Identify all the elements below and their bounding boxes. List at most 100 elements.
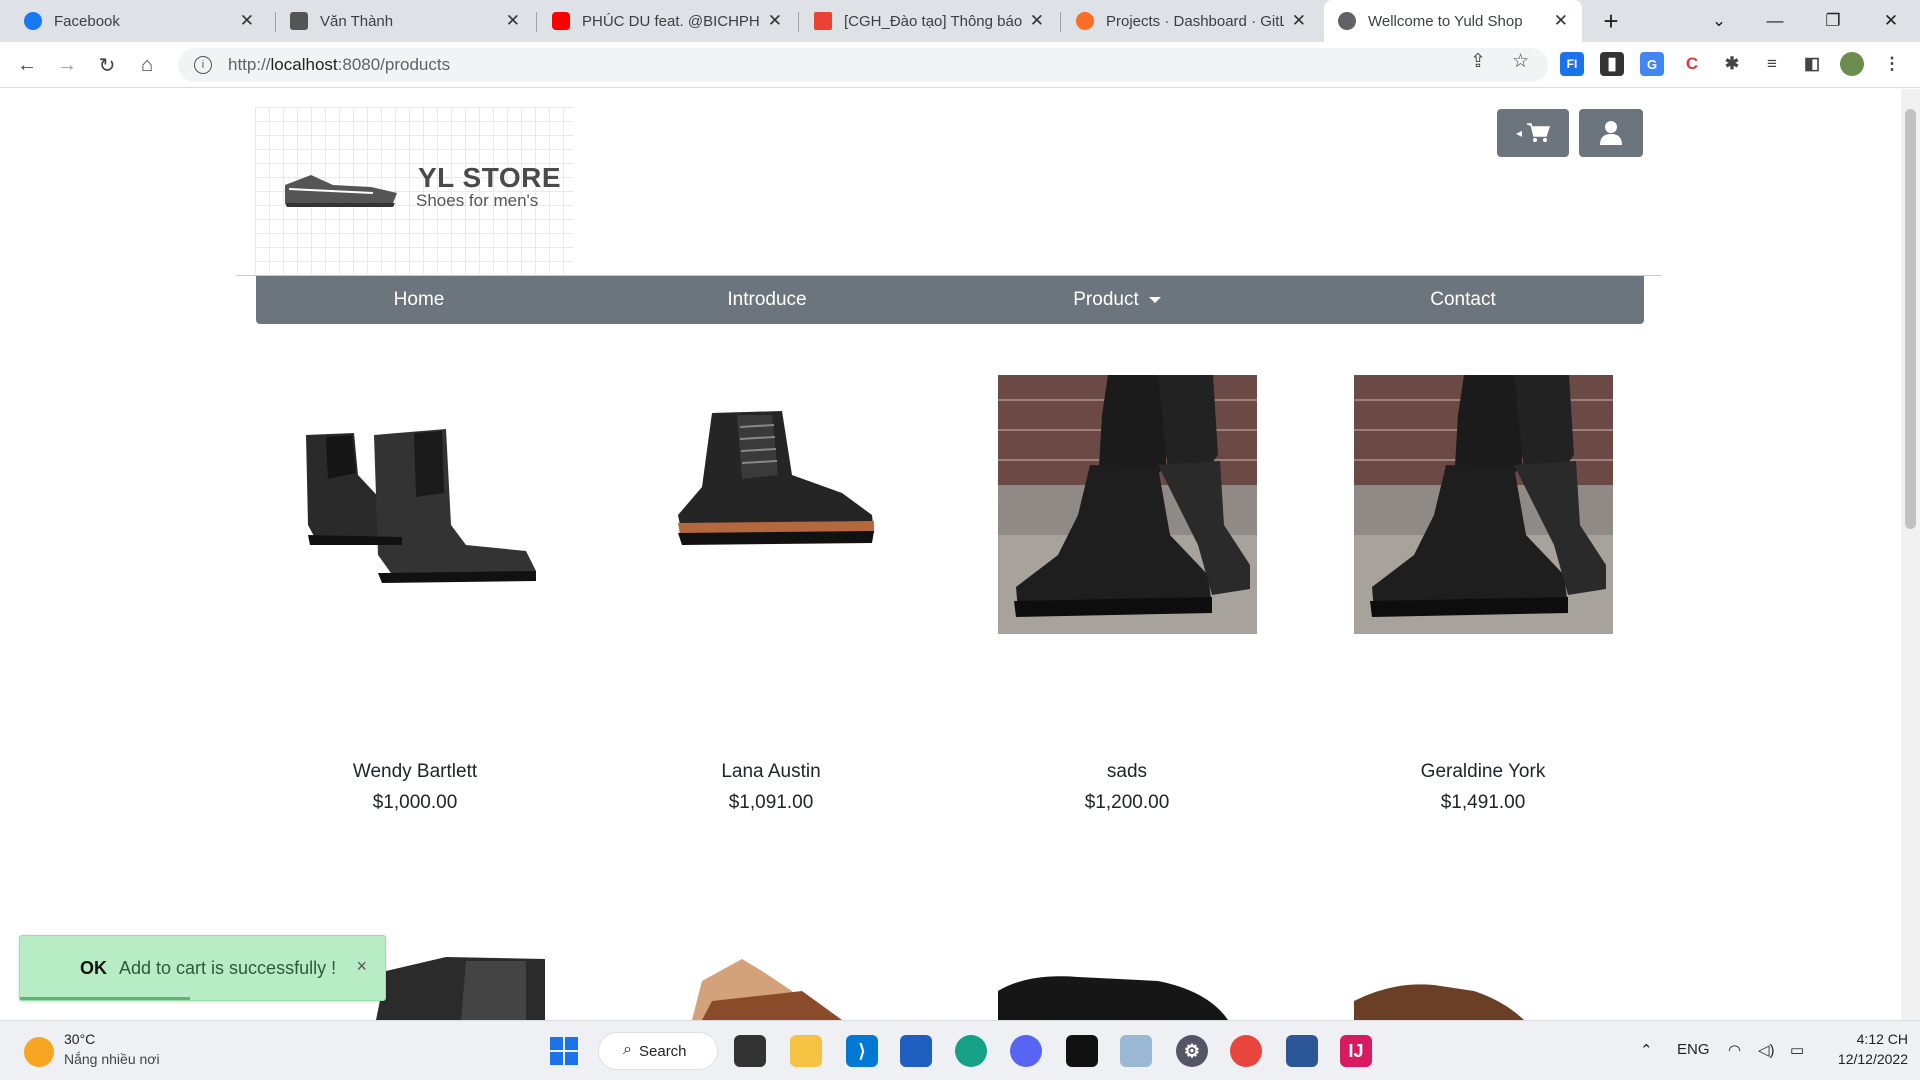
globe-icon bbox=[1338, 12, 1356, 30]
facebook-icon bbox=[24, 12, 42, 30]
file-explorer-icon[interactable] bbox=[790, 1035, 822, 1067]
store-logo[interactable]: YL STORE Shoes for men's bbox=[255, 107, 573, 274]
product-name[interactable]: sads bbox=[977, 761, 1277, 783]
tab-separator bbox=[1060, 12, 1061, 32]
nav-home[interactable]: Home bbox=[256, 276, 582, 324]
media-queue-icon[interactable]: ≡ bbox=[1760, 52, 1784, 76]
combat-boot-photo bbox=[1354, 375, 1613, 634]
close-icon[interactable]: ✕ bbox=[1030, 11, 1044, 31]
wifi-icon[interactable]: ◠ bbox=[1728, 1041, 1741, 1059]
back-button[interactable]: ← bbox=[12, 50, 42, 80]
intellij-icon[interactable]: IJ bbox=[1340, 1035, 1372, 1067]
new-tab-button[interactable]: + bbox=[1588, 0, 1634, 42]
battery-icon[interactable]: ▭ bbox=[1790, 1041, 1804, 1059]
close-icon[interactable]: ✕ bbox=[768, 11, 782, 31]
extension-fi-icon[interactable]: FI bbox=[1560, 52, 1584, 76]
product-price: $1,200.00 bbox=[1084, 792, 1170, 813]
weather-temp[interactable]: 30°C bbox=[64, 1031, 95, 1047]
volume-icon[interactable]: ◁) bbox=[1758, 1041, 1775, 1059]
info-icon[interactable]: i bbox=[194, 56, 212, 74]
language-indicator[interactable]: ENG bbox=[1677, 1041, 1710, 1058]
clock-time[interactable]: 4:12 CH bbox=[1828, 1031, 1908, 1047]
product-image[interactable] bbox=[1354, 375, 1613, 634]
url-protocol: http:// bbox=[228, 55, 271, 74]
product-name[interactable]: Lana Austin bbox=[621, 761, 921, 783]
tab-search-button[interactable]: ⌄ bbox=[1696, 0, 1742, 42]
chrome-icon[interactable] bbox=[1230, 1035, 1262, 1067]
weather-sun-icon[interactable] bbox=[24, 1037, 54, 1067]
minimize-button[interactable]: — bbox=[1752, 0, 1798, 42]
remote-app-icon[interactable] bbox=[1286, 1035, 1318, 1067]
clock-date[interactable]: 12/12/2022 bbox=[1810, 1051, 1908, 1067]
gitlab-icon bbox=[1076, 12, 1094, 30]
cart-button[interactable]: ◂ bbox=[1497, 109, 1569, 157]
bookmark-star-icon[interactable]: ☆ bbox=[1512, 50, 1529, 73]
gmail-icon bbox=[814, 12, 832, 30]
game-app-icon[interactable] bbox=[1066, 1035, 1098, 1067]
tab-label: Văn Thành bbox=[320, 12, 394, 30]
windows-taskbar: 30°C Nắng nhiều nơi ⌕ Search ⟩ ⚙ IJ ⌃ EN… bbox=[0, 1020, 1920, 1080]
search-icon: ⌕ bbox=[623, 1041, 632, 1058]
edge-icon[interactable] bbox=[955, 1035, 987, 1067]
profile-avatar[interactable] bbox=[1840, 52, 1864, 76]
tab-youtube[interactable]: PHÚC DU feat. @BICHPHUO ✕ bbox=[538, 0, 796, 42]
tab-gitlab[interactable]: Projects · Dashboard · GitLa ✕ bbox=[1062, 0, 1320, 42]
nav-introduce[interactable]: Introduce bbox=[582, 276, 952, 324]
nav-product-dropdown[interactable]: Product bbox=[952, 276, 1282, 324]
extension-c-icon[interactable]: C bbox=[1680, 52, 1704, 76]
logo-title: YL STORE bbox=[418, 162, 562, 193]
product-name[interactable]: Geraldine York bbox=[1333, 761, 1633, 783]
vscode-icon[interactable]: ⟩ bbox=[846, 1035, 878, 1067]
settings-gear-icon[interactable]: ⚙ bbox=[1176, 1035, 1208, 1067]
tab-yuld-shop[interactable]: Wellcome to Yuld Shop ✕ bbox=[1324, 0, 1582, 42]
close-icon[interactable]: ✕ bbox=[1292, 11, 1306, 31]
user-account-button[interactable] bbox=[1579, 109, 1643, 157]
tab-label: [CGH_Đào tạo] Thông báo y bbox=[844, 12, 1022, 30]
menu-kebab-icon[interactable]: ⋮ bbox=[1880, 52, 1904, 76]
reload-button[interactable]: ↻ bbox=[92, 50, 122, 80]
product-image[interactable] bbox=[642, 951, 901, 1020]
product-image[interactable] bbox=[286, 375, 545, 634]
tab-separator bbox=[798, 12, 799, 32]
cart-icon bbox=[1527, 123, 1551, 142]
resource-monitor-icon[interactable] bbox=[1120, 1035, 1152, 1067]
extension-phone-icon[interactable]: ▮ bbox=[1600, 52, 1624, 76]
product-image[interactable] bbox=[998, 375, 1257, 634]
product-image[interactable] bbox=[1354, 951, 1613, 1020]
discord-icon[interactable] bbox=[1010, 1035, 1042, 1067]
tab-label: PHÚC DU feat. @BICHPHUO bbox=[582, 12, 760, 30]
translate-icon[interactable]: G bbox=[1640, 52, 1664, 76]
share-icon[interactable]: ⇪ bbox=[1470, 50, 1486, 73]
side-panel-icon[interactable]: ◧ bbox=[1800, 52, 1824, 76]
logo-subtitle: Shoes for men's bbox=[416, 191, 539, 210]
maximize-button[interactable]: ❐ bbox=[1810, 0, 1856, 42]
forward-button[interactable]: → bbox=[52, 50, 82, 80]
close-window-button[interactable]: ✕ bbox=[1868, 0, 1914, 42]
tab-gmail[interactable]: [CGH_Đào tạo] Thông báo y ✕ bbox=[800, 0, 1058, 42]
caret-left-icon: ◂ bbox=[1515, 126, 1523, 140]
task-view-icon[interactable] bbox=[734, 1035, 766, 1067]
product-image[interactable] bbox=[642, 375, 901, 634]
start-button[interactable] bbox=[548, 1035, 580, 1067]
tab-van-thanh[interactable]: Văn Thành ✕ bbox=[276, 0, 534, 42]
page-scrollbar[interactable] bbox=[1901, 89, 1920, 1020]
browser-tab-strip: Facebook ✕ Văn Thành ✕ PHÚC DU feat. @BI… bbox=[0, 0, 1920, 42]
nav-contact[interactable]: Contact bbox=[1282, 276, 1644, 324]
close-icon[interactable]: ✕ bbox=[506, 11, 520, 31]
extensions-puzzle-icon[interactable]: ✱ bbox=[1720, 52, 1744, 76]
close-icon[interactable]: ✕ bbox=[1554, 11, 1568, 31]
user-icon bbox=[1600, 121, 1622, 145]
product-name[interactable]: Wendy Bartlett bbox=[265, 761, 565, 783]
toast-close-button[interactable]: × bbox=[356, 956, 367, 977]
address-bar[interactable]: i http://localhost:8080/products bbox=[178, 48, 1548, 82]
close-icon[interactable]: ✕ bbox=[240, 11, 254, 31]
tab-facebook[interactable]: Facebook ✕ bbox=[10, 0, 268, 42]
store-icon[interactable] bbox=[900, 1035, 932, 1067]
scrollbar-thumb[interactable] bbox=[1905, 109, 1916, 529]
product-image[interactable] bbox=[998, 951, 1257, 1020]
taskbar-search[interactable]: ⌕ Search bbox=[598, 1032, 718, 1070]
chevron-up-icon[interactable]: ⌃ bbox=[1640, 1041, 1653, 1059]
weather-desc[interactable]: Nắng nhiều nơi bbox=[64, 1051, 160, 1067]
home-button[interactable]: ⌂ bbox=[132, 50, 162, 80]
toast-notification: OK Add to cart is successfully ! × bbox=[19, 935, 386, 1001]
